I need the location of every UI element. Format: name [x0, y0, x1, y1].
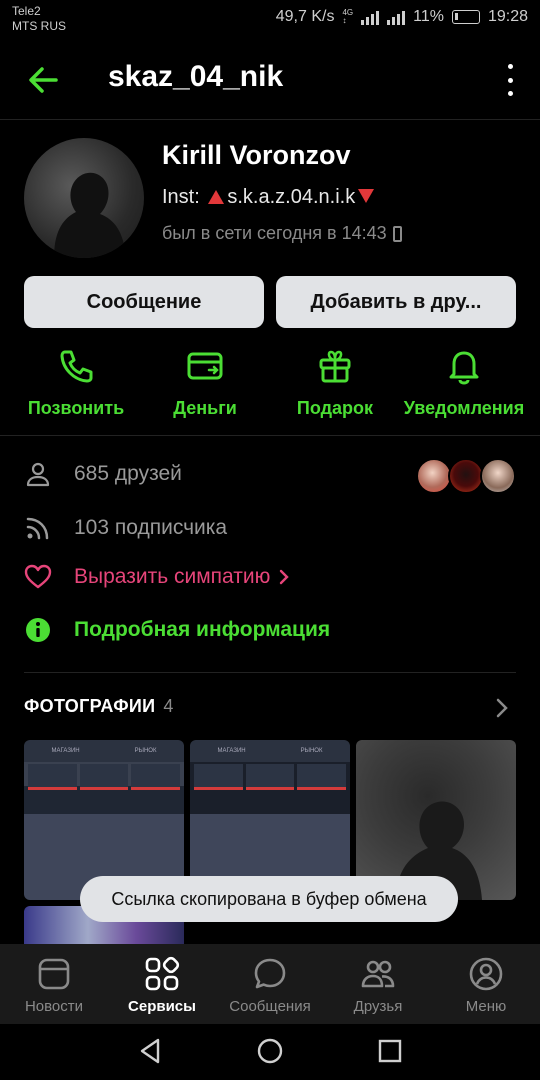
avatar[interactable]	[24, 138, 144, 258]
inst-label: Inst:	[162, 186, 200, 208]
network-speed: 49,7 K/s	[275, 8, 335, 25]
tile-market-label: РЫНОК	[134, 748, 157, 754]
tile-shop-label: МАГАЗИН	[51, 748, 80, 754]
person-icon	[26, 462, 50, 487]
services-icon	[145, 956, 180, 991]
friend-avatar	[480, 458, 516, 494]
rss-icon	[26, 517, 49, 540]
status-indicators: 49,7 K/s 4G ↕ 11% 19:28	[276, 8, 528, 26]
inst-handle: s.k.a.z.04.n.i.k	[227, 186, 356, 208]
subscribers-count: 103 подписчика	[74, 516, 228, 539]
signal-icon-2	[387, 9, 406, 25]
last-seen: был в сети сегодня в 14:43	[162, 223, 402, 244]
tab-messages-label: Сообщения	[229, 998, 311, 1015]
carrier-1: Tele2	[12, 4, 41, 18]
quick-actions: Позвонить Деньги Подарок Уведомления	[0, 346, 540, 436]
tile-market-label: РЫНОК	[300, 748, 323, 754]
tab-menu-label: Меню	[465, 998, 507, 1015]
message-button[interactable]: Сообщение	[24, 276, 264, 328]
money-icon	[187, 352, 223, 380]
gift-icon	[319, 350, 351, 383]
heart-icon	[24, 564, 52, 589]
call-label: Позвонить	[27, 398, 125, 418]
friend-avatar	[416, 458, 452, 494]
money-action[interactable]: Деньги	[150, 346, 260, 419]
phone-icon	[60, 350, 93, 383]
tab-messages[interactable]: Сообщения	[216, 956, 324, 1015]
battery-icon	[451, 10, 480, 24]
photos-title: ФОТОГРАФИИ	[24, 696, 156, 716]
messages-icon	[254, 958, 286, 989]
like-row[interactable]: Выразить симпатию	[24, 563, 290, 591]
friends-count: 685 друзей	[74, 462, 182, 485]
tab-menu[interactable]: Меню	[432, 956, 540, 1015]
news-icon	[38, 958, 70, 990]
chevron-right-icon[interactable]	[492, 696, 512, 720]
recents-nav-icon[interactable]	[375, 1036, 405, 1066]
notifications-label: Уведомления	[403, 398, 525, 418]
divider	[24, 672, 516, 673]
carrier-2: MTS RUS	[12, 19, 66, 33]
like-label: Выразить симпатию	[74, 565, 271, 588]
tab-friends[interactable]: Друзья	[324, 956, 432, 1015]
notifications-action[interactable]: Уведомления	[396, 346, 532, 419]
tile-shop-label: МАГАЗИН	[217, 748, 246, 754]
tab-services-label: Сервисы	[128, 998, 196, 1015]
tab-services[interactable]: Сервисы	[108, 956, 216, 1015]
subscribers-row[interactable]: 103 подписчика	[24, 514, 227, 542]
lte-icon: 4G ↕	[342, 8, 354, 25]
money-label: Деньги	[173, 398, 237, 418]
red-triangle-down-icon	[358, 189, 375, 203]
photos-header[interactable]: ФОТОГРАФИИ 4	[24, 696, 174, 717]
back-nav-icon[interactable]	[136, 1036, 166, 1066]
bottom-tab-bar: Новости Сервисы Сообщения Друзья Меню	[0, 944, 540, 1024]
clock: 19:28	[487, 8, 528, 25]
status-bar: Tele2 MTS RUS 49,7 K/s 4G ↕ 11% 19:28	[0, 0, 540, 40]
call-action[interactable]: Позвонить	[20, 346, 132, 419]
toast-message: Ссылка скопирована в буфер обмена	[80, 876, 458, 922]
details-row[interactable]: Подробная информация	[24, 616, 330, 644]
page-title: skaz_04_nik	[108, 60, 284, 93]
red-triangle-up-icon	[208, 190, 225, 204]
system-nav-bar	[0, 1024, 540, 1080]
mobile-device-icon	[392, 225, 402, 242]
home-nav-icon[interactable]	[255, 1036, 285, 1066]
menu-profile-icon	[469, 957, 503, 991]
gift-action[interactable]: Подарок	[288, 346, 382, 419]
back-arrow-icon[interactable]	[24, 60, 64, 100]
battery-percent: 11%	[413, 8, 444, 25]
profile-header: skaz_04_nik	[0, 48, 540, 120]
gift-label: Подарок	[296, 398, 374, 418]
tab-news[interactable]: Новости	[0, 956, 108, 1015]
tab-friends-label: Друзья	[353, 998, 403, 1015]
profile-name: Kirill Voronzov	[162, 140, 351, 170]
chevron-right-icon	[280, 569, 290, 585]
friends-icon	[361, 960, 395, 988]
last-seen-text: был в сети сегодня в 14:43	[162, 223, 387, 243]
friend-avatar	[448, 458, 484, 494]
add-friend-button[interactable]: Добавить в дру...	[276, 276, 516, 328]
signal-icon	[361, 9, 380, 25]
info-icon	[26, 618, 50, 642]
profile-status: Inst: s.k.a.z.04.n.i.k	[162, 186, 377, 209]
more-options-icon[interactable]	[504, 64, 516, 96]
tab-news-label: Новости	[24, 998, 84, 1015]
friend-avatars[interactable]	[416, 458, 516, 494]
bell-icon	[449, 351, 479, 385]
friends-row[interactable]: 685 друзей	[24, 460, 182, 488]
carrier-info: Tele2 MTS RUS	[12, 4, 66, 34]
details-label: Подробная информация	[74, 618, 331, 641]
photos-count: 4	[163, 696, 174, 716]
